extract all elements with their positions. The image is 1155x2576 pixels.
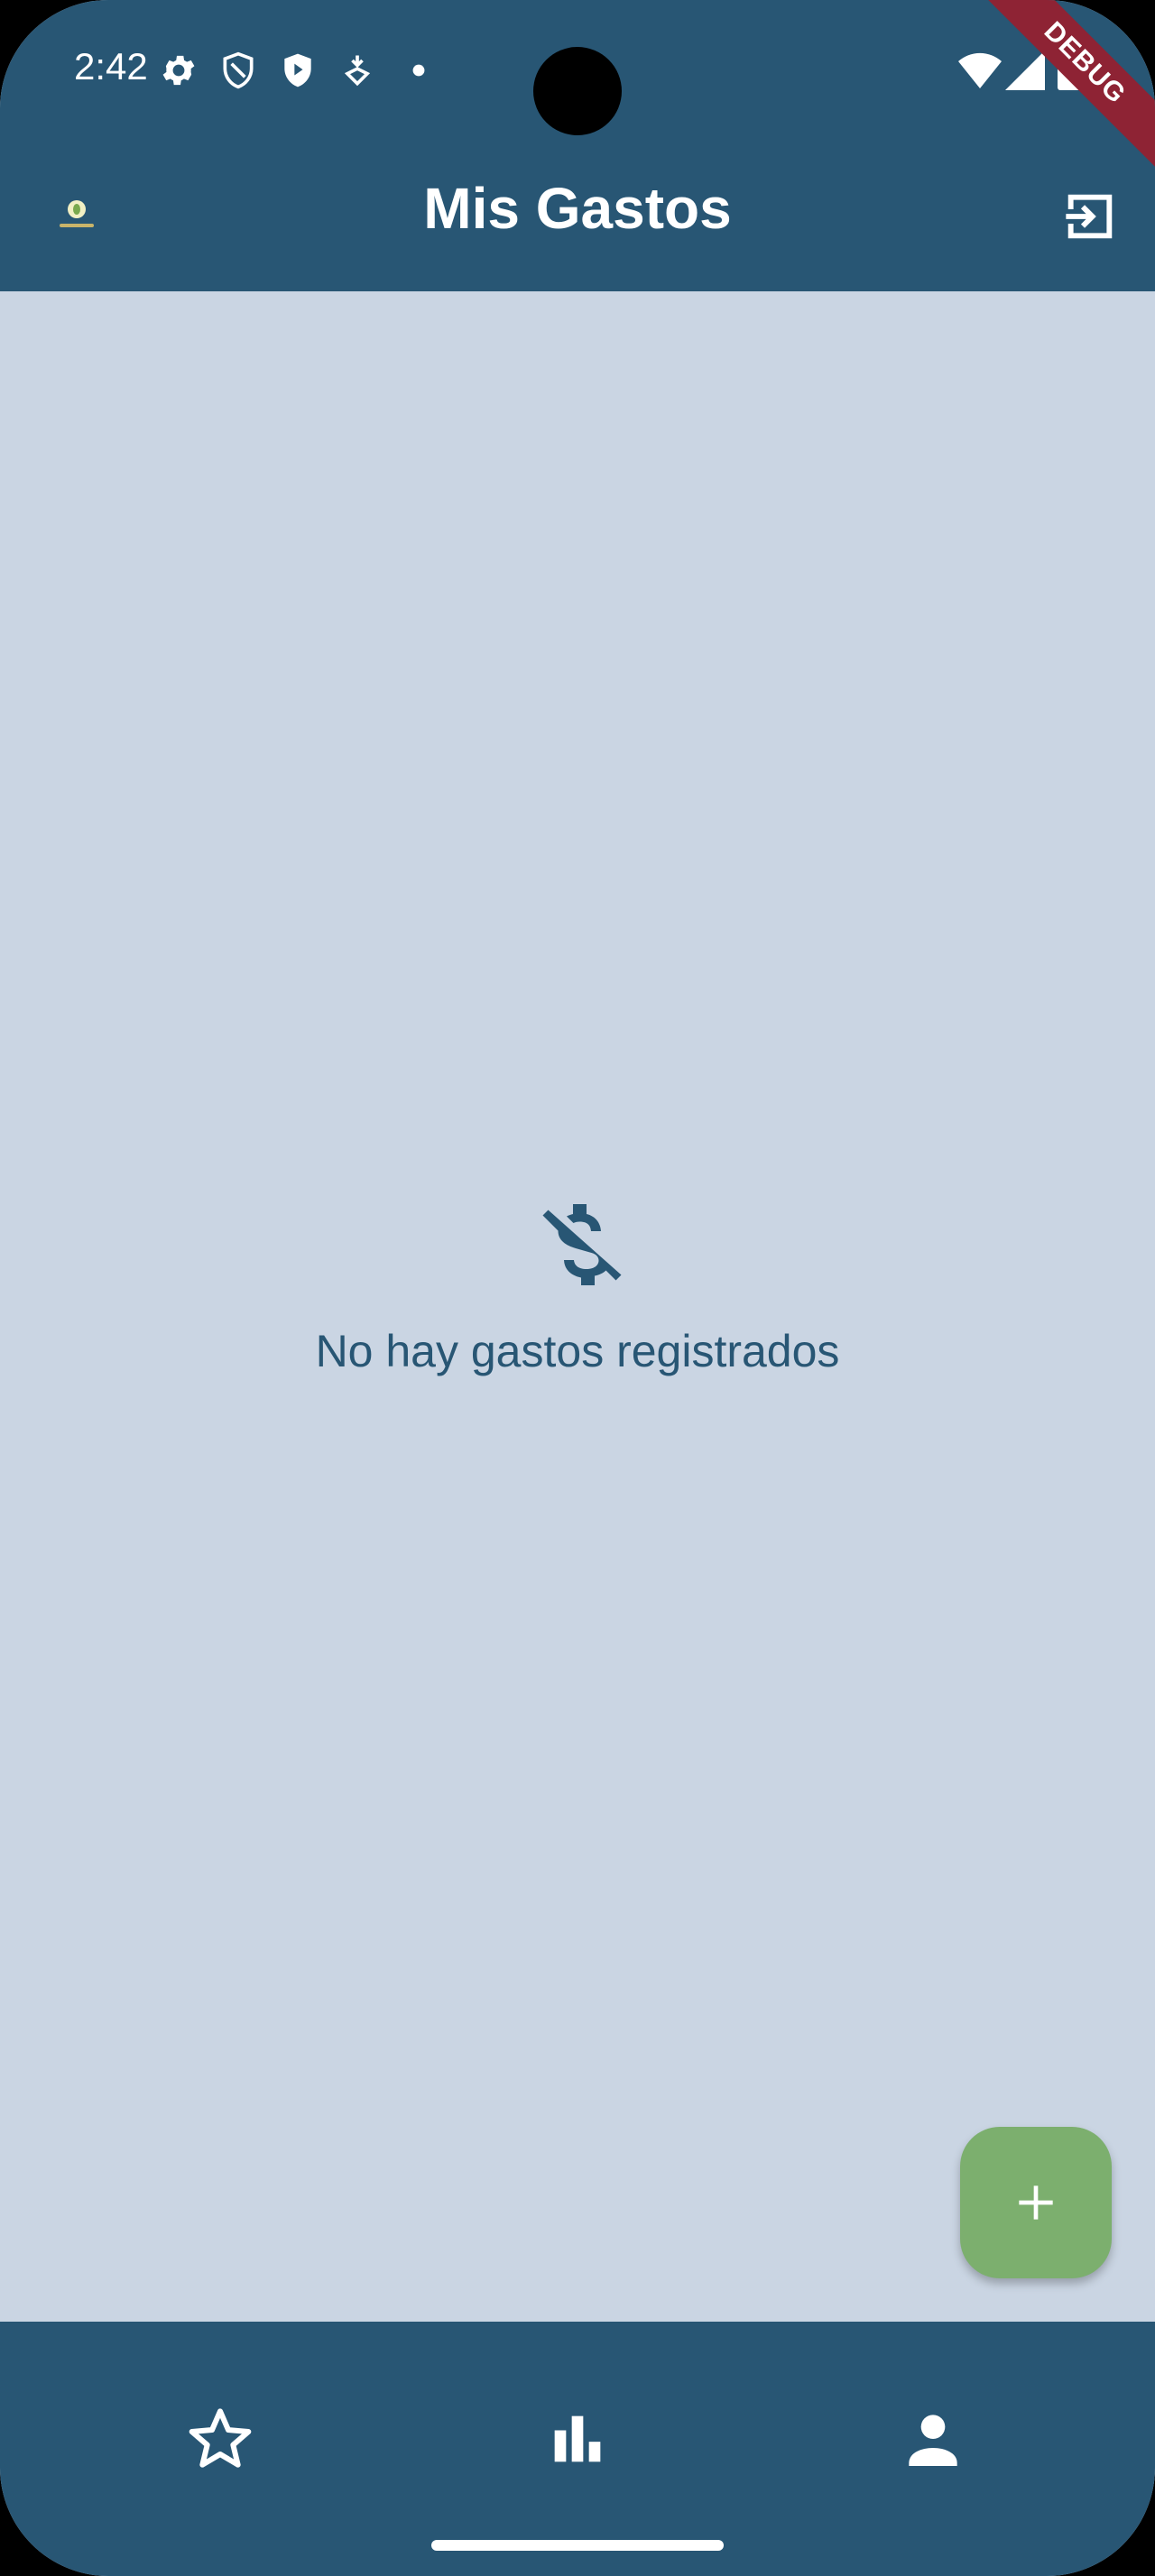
location-download-icon xyxy=(344,55,371,87)
logout-icon[interactable] xyxy=(1061,188,1119,245)
shield-play-icon xyxy=(284,53,311,87)
money-off-icon xyxy=(542,1204,622,1285)
status-time: 2:42 xyxy=(74,45,148,87)
settings-gear-icon xyxy=(162,55,195,86)
phone-screen: 2:42 DEBUG Mis Gastos No hay gastos regi… xyxy=(0,0,1155,2576)
star-outline-icon xyxy=(189,2408,252,2468)
nav-item-stats[interactable] xyxy=(532,2394,623,2484)
nav-item-profile[interactable] xyxy=(888,2394,978,2484)
empty-state: No hay gastos registrados xyxy=(0,1191,1155,1377)
bar-chart-icon xyxy=(554,2415,601,2462)
empty-state-message: No hay gastos registrados xyxy=(315,1326,840,1376)
bottom-nav xyxy=(0,2322,1155,2576)
dot-icon xyxy=(412,64,425,77)
nav-item-favorites[interactable] xyxy=(175,2394,265,2484)
app-bar: Mis Gastos xyxy=(0,144,1155,291)
person-icon xyxy=(909,2415,957,2466)
shield-outline-icon xyxy=(223,51,254,89)
add-icon xyxy=(1019,2185,1053,2220)
add-expense-button[interactable] xyxy=(960,2127,1112,2278)
camera-cutout xyxy=(533,47,622,135)
page-title: Mis Gastos xyxy=(423,176,732,241)
gesture-handle[interactable] xyxy=(431,2540,724,2551)
top-bar: 2:42 DEBUG Mis Gastos xyxy=(0,0,1155,291)
